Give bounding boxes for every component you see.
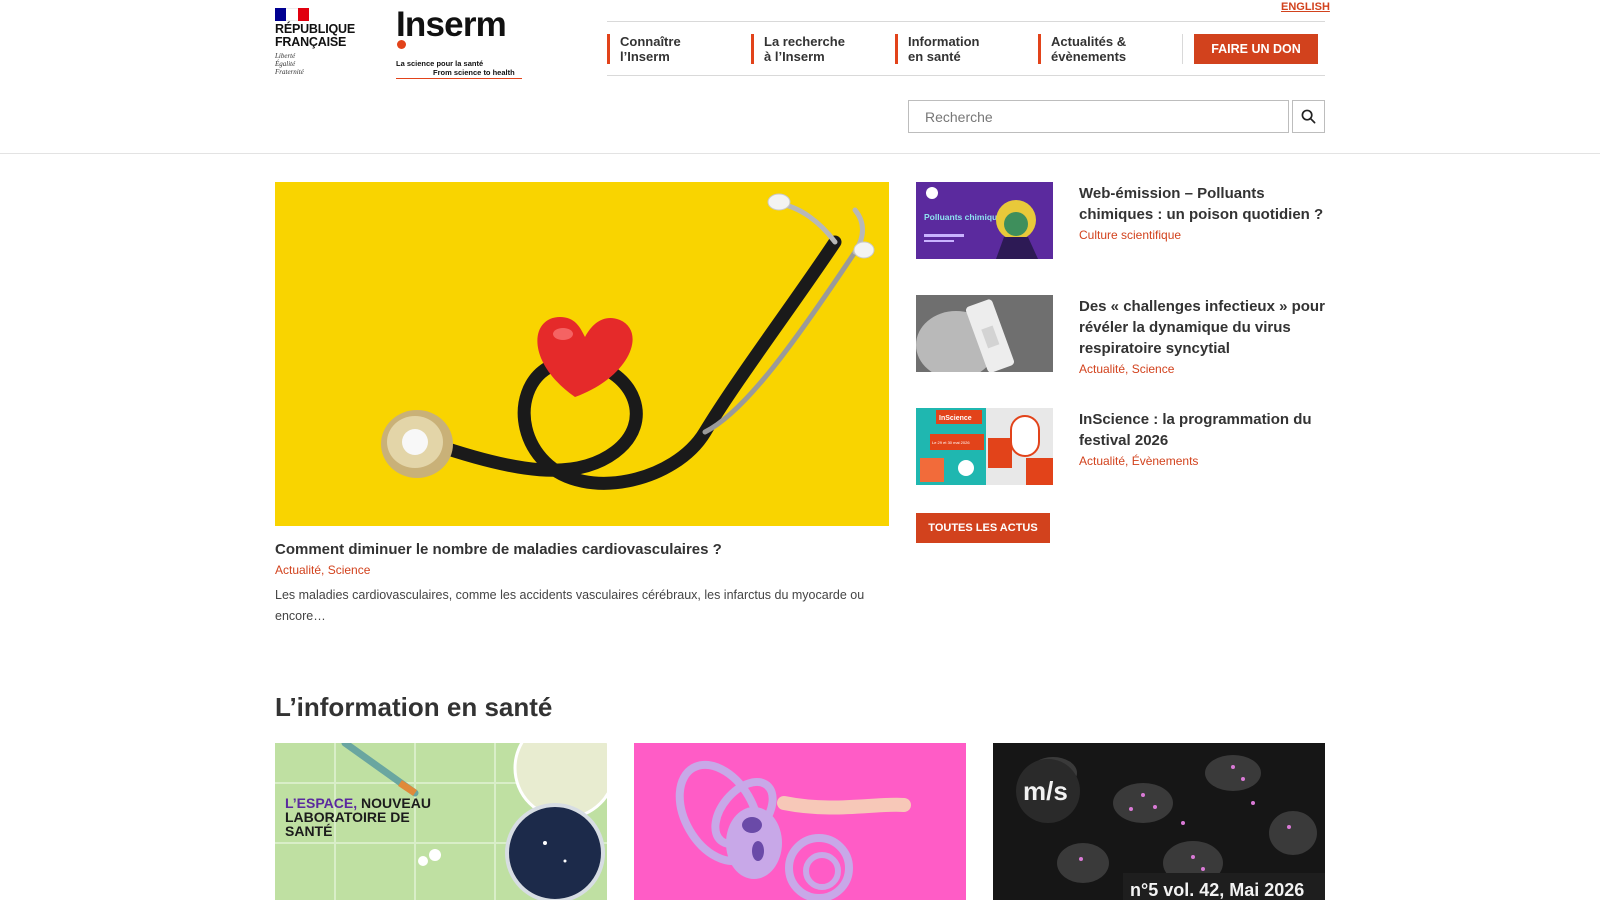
donate-button[interactable]: FAIRE UN DON <box>1194 34 1318 64</box>
nav-item-label: à l’Inserm <box>764 49 825 64</box>
nav-item-connaitre-inserm[interactable]: Connaître l’Inserm <box>607 34 681 64</box>
card-overlay-line3: SANTÉ <box>285 823 332 839</box>
inserm-logo[interactable]: Inserm La science pour la santé From sci… <box>396 5 522 79</box>
search-icon <box>1301 109 1316 124</box>
search-input[interactable] <box>908 100 1289 133</box>
nav-item-label: en santé <box>908 49 961 64</box>
rf-motto-egalite: Égalité <box>275 60 296 68</box>
inserm-tagline-en: From science to health <box>433 68 515 77</box>
news-tags[interactable]: Actualité, Science <box>1079 359 1327 379</box>
inserm-dot-icon <box>397 40 406 49</box>
section-title-info-sante: L’information en santé <box>275 692 553 722</box>
news-title: InScience : la programmation du festival… <box>1079 411 1312 449</box>
nav-item-label: Information <box>908 34 980 49</box>
medecine-sciences-logo: m/s <box>1023 776 1068 806</box>
nav-item-actualites[interactable]: Actualités & évènements <box>1038 34 1126 64</box>
news-tags[interactable]: Actualité, Évènements <box>1079 451 1327 471</box>
news-thumb-test <box>916 295 1053 372</box>
stethoscope-heart-illustration <box>275 182 889 526</box>
nav-item-information-sante[interactable]: Information en santé <box>895 34 980 64</box>
search-button[interactable] <box>1292 100 1325 133</box>
news-item-text: Web-émission – Polluants chimiques : un … <box>1079 183 1327 245</box>
rf-motto-liberte: Liberté <box>275 52 296 60</box>
feature-tags[interactable]: Actualité, Science <box>275 563 370 577</box>
info-card-espace[interactable]: L’ESPACE, NOUVEAU LABORATOIRE DE SANTÉ <box>275 743 607 900</box>
feature-image-stethoscope-heart[interactable] <box>275 182 889 526</box>
feature-title-link[interactable]: Comment diminuer le nombre de maladies c… <box>275 541 722 558</box>
rf-title-line2: FRANÇAISE <box>275 35 347 49</box>
all-news-button[interactable]: TOUTES LES ACTUS <box>916 513 1050 543</box>
inserm-tagline-fr: La science pour la santé <box>396 59 484 68</box>
news-title: Des « challenges infectieux » pour révél… <box>1079 298 1325 357</box>
card-caption-ms-issue: n°5 vol. 42, Mai 2026 <box>1130 880 1304 900</box>
rf-motto-fraternite: Fraternité <box>275 68 304 76</box>
nav-item-recherche[interactable]: La recherche à l’Inserm <box>751 34 845 64</box>
rf-motto: Liberté Égalité Fraternité <box>275 52 355 76</box>
news-item-text: InScience : la programmation du festival… <box>1079 409 1327 471</box>
republique-francaise-logo[interactable]: RÉPUBLIQUE FRANÇAISE Liberté Égalité Fra… <box>275 8 355 80</box>
news-thumb-inscience: InScience Le 29 et 30 mai 2026 <box>916 408 1053 485</box>
nav-item-label: évènements <box>1051 49 1127 64</box>
nav-item-label: Actualités & <box>1051 34 1127 49</box>
thumb-date-inscience: Le 29 et 30 mai 2026 <box>932 440 970 445</box>
news-item-inscience[interactable]: InScience Le 29 et 30 mai 2026 InScience… <box>916 408 1326 486</box>
news-title: Web-émission – Polluants chimiques : un … <box>1079 185 1324 223</box>
nav-item-label: l’Inserm <box>620 49 670 64</box>
thumb-text-polluants: Polluants chimiques <box>924 212 1007 222</box>
news-item-text: Des « challenges infectieux » pour révél… <box>1079 296 1327 379</box>
english-language-link[interactable]: ENGLISH <box>1281 1 1330 13</box>
nav-item-label: Connaître <box>620 34 681 49</box>
news-item-polluants[interactable]: Polluants chimiques Web-émission – Pollu… <box>916 182 1326 260</box>
info-card-medecine-sciences[interactable]: m/s n°5 vol. 42, Mai 2026 <box>993 743 1325 900</box>
news-tags[interactable]: Culture scientifique <box>1079 225 1327 245</box>
inserm-logo-rule <box>396 78 522 79</box>
inserm-wordmark: Inserm <box>396 5 507 44</box>
french-flag-icon <box>275 8 309 21</box>
thumb-text-inscience: InScience <box>939 415 972 422</box>
nav-divider <box>1182 34 1183 64</box>
feature-description: Les maladies cardiovasculaires, comme le… <box>275 588 865 623</box>
nav-item-label: La recherche <box>764 34 845 49</box>
news-item-challenges-infectieux[interactable]: Des « challenges infectieux » pour révél… <box>916 295 1326 376</box>
info-card-oreille-interne[interactable] <box>634 743 966 900</box>
site-header: RÉPUBLIQUE FRANÇAISE Liberté Égalité Fra… <box>0 0 1600 154</box>
news-thumb-polluants: Polluants chimiques <box>916 182 1053 259</box>
main-nav: Connaître l’Inserm La recherche à l’Inse… <box>607 21 1325 76</box>
